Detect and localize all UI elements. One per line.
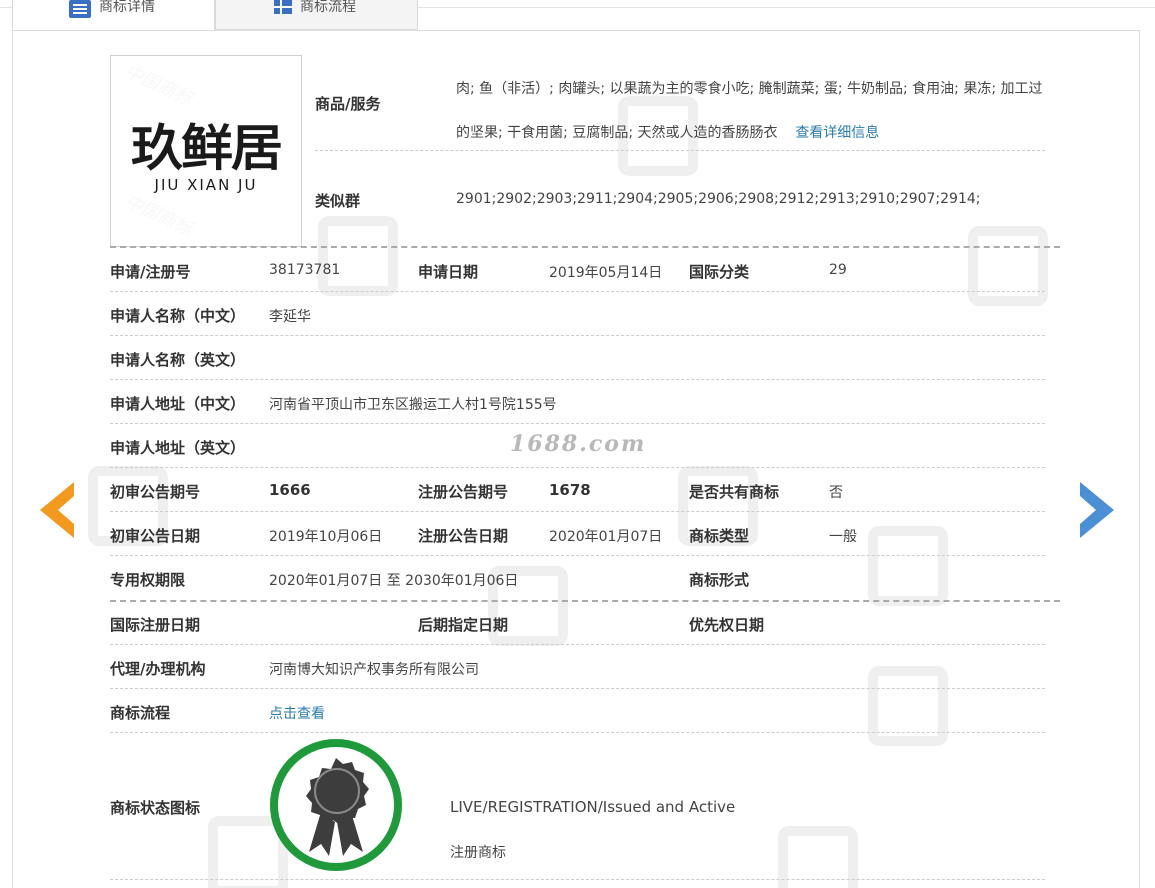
applicant-cn-value: 李延华 (269, 309, 311, 325)
tm-type-label: 商标类型 (689, 527, 750, 545)
status-chinese-text: 注册商标 (450, 845, 506, 861)
status-icon-label: 商标状态图标 (110, 799, 201, 817)
prelim-date-label: 初审公告日期 (110, 527, 201, 545)
goods-label: 商品/服务 (315, 95, 381, 113)
shared-label: 是否共有商标 (689, 483, 780, 501)
prelim-date-value: 2019年10月06日 (269, 529, 383, 545)
reg-issue-value: 1678 (549, 481, 591, 499)
divider (110, 644, 1045, 645)
status-english-text: LIVE/REGISTRATION/Issued and Active (450, 798, 736, 816)
tm-type-value: 一般 (829, 529, 857, 545)
agent-label: 代理/办理机构 (110, 660, 206, 678)
goods-services-text: 肉; 鱼（非活）; 肉罐头; 以果蔬为主的零食小吃; 腌制蔬菜; 蛋; 牛奶制品… (456, 67, 1046, 155)
exclusive-label: 专用权期限 (110, 571, 186, 589)
flow-view-link[interactable]: 点击查看 (269, 703, 325, 723)
site-watermark: 1688.com (510, 431, 647, 457)
tab-label: 商标详情 (99, 0, 155, 15)
applicant-cn-label: 申请人名称（中文） (110, 307, 246, 325)
priority-date-label: 优先权日期 (689, 616, 765, 634)
address-cn-label: 申请人地址（中文） (110, 395, 246, 413)
reg-no-label: 申请/注册号 (110, 263, 191, 281)
divider (110, 467, 1045, 468)
agent-value: 河南博大知识产权事务所有限公司 (269, 662, 479, 678)
divider (110, 555, 1045, 556)
reg-issue-label: 注册公告期号 (418, 483, 509, 501)
tab-trademark-flow[interactable]: 商标流程 (215, 0, 418, 30)
divider (110, 423, 1045, 424)
logo-english-text: JIU XIAN JU (154, 176, 258, 194)
prelim-issue-value: 1666 (269, 481, 311, 499)
logo-chinese-text: 玖鲜居 (130, 120, 283, 178)
prelim-issue-label: 初审公告期号 (110, 483, 201, 501)
divider (110, 511, 1045, 512)
tab-label: 商标流程 (300, 0, 356, 15)
divider (110, 688, 1045, 689)
tab-trademark-details[interactable]: 商标详情 (12, 0, 215, 30)
divider (110, 246, 1060, 248)
intl-reg-date-label: 国际注册日期 (110, 616, 201, 634)
reg-date-label: 注册公告日期 (418, 527, 509, 545)
intl-class-value: 29 (829, 262, 847, 278)
registered-seal-icon (270, 739, 402, 871)
divider (110, 291, 1045, 292)
view-details-link[interactable]: 查看详细信息 (795, 125, 879, 141)
trademark-logo-image: 玖鲜居 JIU XIAN JU (110, 55, 302, 247)
goods-list: 肉; 鱼（非活）; 肉罐头; 以果蔬为主的零食小吃; 腌制蔬菜; 蛋; 牛奶制品… (456, 81, 1043, 141)
later-date-label: 后期指定日期 (418, 616, 509, 634)
address-cn-value: 河南省平顶山市卫东区搬运工人村1号院155号 (269, 397, 557, 413)
divider (110, 732, 1045, 733)
divider (110, 600, 1060, 602)
similar-group-value: 2901;2902;2903;2911;2904;2905;2906;2908;… (456, 191, 981, 207)
flow-icon (274, 0, 292, 14)
exclusive-value: 2020年01月07日 至 2030年01月06日 (269, 573, 519, 589)
details-panel: 中国商标 中国商标 玖鲜居 JIU XIAN JU 商品/服务 肉; 鱼（非活）… (12, 30, 1140, 888)
flow-label: 商标流程 (110, 704, 171, 722)
divider (110, 379, 1045, 380)
applicant-en-label: 申请人名称（英文） (110, 351, 246, 369)
reg-no-value: 38173781 (269, 262, 341, 278)
address-en-label: 申请人地址（英文） (110, 439, 246, 457)
similar-group-label: 类似群 (315, 192, 361, 210)
divider (110, 879, 1045, 880)
reg-date-value: 2020年01月07日 (549, 529, 663, 545)
divider (110, 335, 1045, 336)
tm-form-label: 商标形式 (689, 571, 750, 589)
divider (315, 150, 1045, 151)
list-icon (69, 0, 91, 18)
apply-date-value: 2019年05月14日 (549, 265, 663, 281)
shared-value: 否 (829, 485, 843, 501)
apply-date-label: 申请日期 (418, 263, 479, 281)
intl-class-label: 国际分类 (689, 263, 750, 281)
